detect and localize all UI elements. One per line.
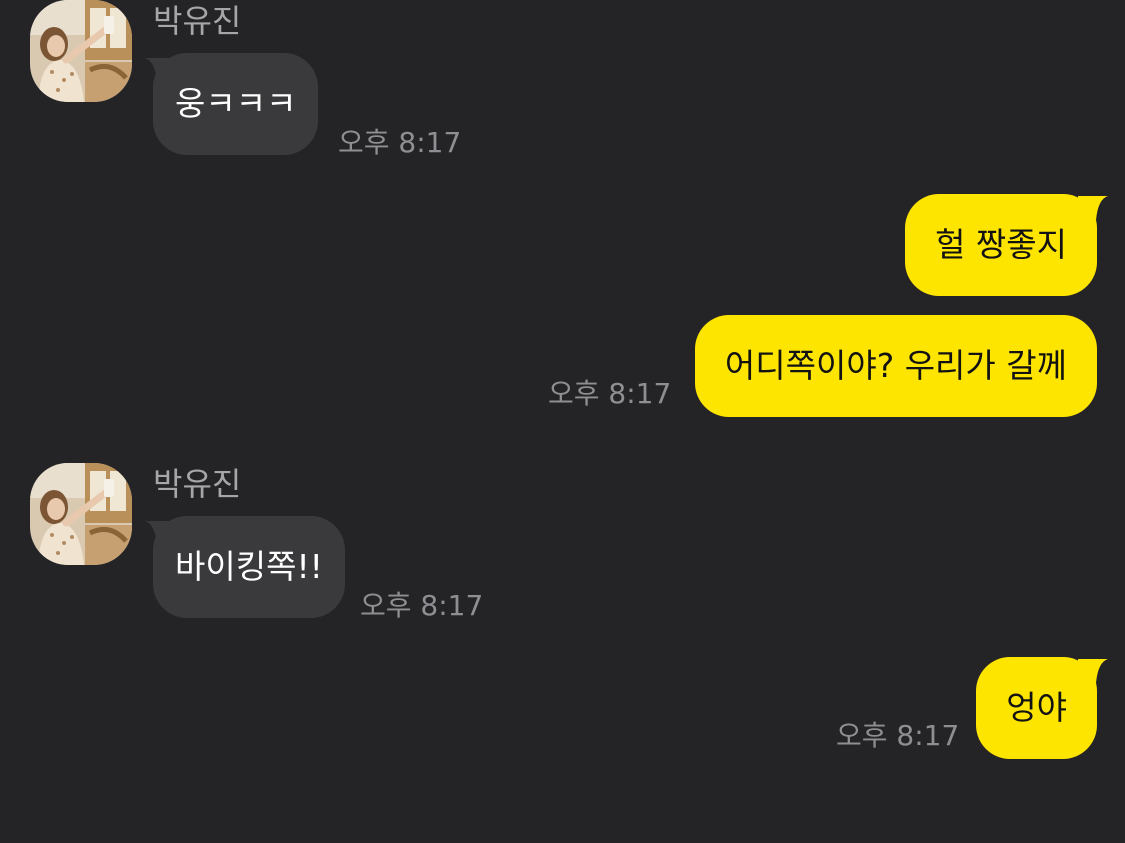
sender-name: 박유진 (153, 465, 242, 503)
message-bubble-outgoing[interactable]: 엉야 (976, 657, 1097, 759)
profile-photo-icon (30, 0, 132, 102)
message-time: 오후 8:17 (338, 126, 462, 159)
message-time: 오후 8:17 (360, 589, 484, 622)
sender-avatar[interactable] (30, 463, 132, 565)
profile-photo-icon (30, 463, 132, 565)
sender-name: 박유진 (153, 2, 242, 40)
message-bubble-incoming[interactable]: 바이킹쪽!! (153, 516, 345, 618)
message-bubble-outgoing[interactable]: 어디쪽이야? 우리가 갈께 (694, 315, 1097, 417)
sender-avatar[interactable] (30, 0, 132, 102)
message-time: 오후 8:17 (836, 719, 960, 752)
message-time: 오후 8:17 (548, 377, 672, 410)
message-bubble-outgoing[interactable]: 헐 짱좋지 (905, 194, 1097, 296)
message-bubble-incoming[interactable]: 웅ㅋㅋㅋ (153, 53, 319, 155)
